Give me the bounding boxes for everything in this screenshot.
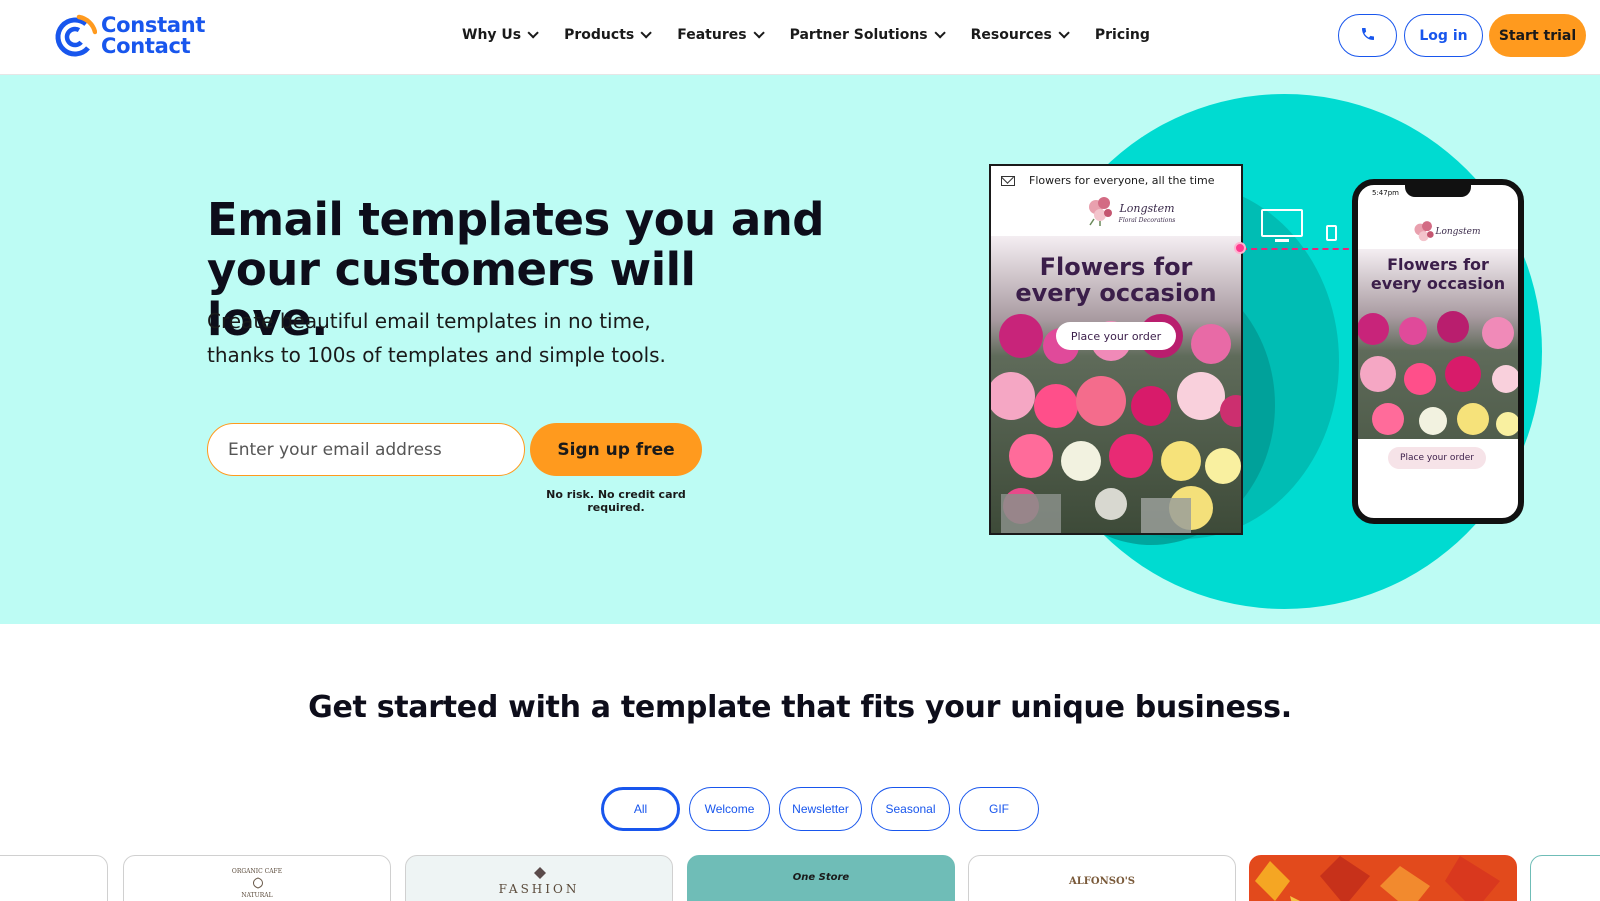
no-risk-note: No risk. No credit card required.	[546, 488, 686, 514]
chevron-down-icon	[640, 27, 653, 39]
email-preview-header: Flowers for everyone, all the time Longs…	[991, 166, 1241, 236]
sign-up-free-button[interactable]: Sign up free	[530, 423, 702, 476]
phone-button[interactable]	[1338, 14, 1397, 57]
template-card-one-store[interactable]: One Store	[687, 855, 955, 901]
chevron-down-icon	[1058, 27, 1070, 39]
leaf-icon	[253, 877, 263, 889]
template-card-alfonsos[interactable]: ALFONSO'S	[968, 855, 1236, 901]
nav-partner-solutions-label: Partner Solutions	[789, 27, 928, 43]
login-button[interactable]: Log in	[1404, 14, 1483, 57]
template-logo-sub: NATURAL	[241, 892, 273, 899]
preview-connector-line	[1241, 248, 1359, 250]
filter-seasonal[interactable]: Seasonal	[871, 787, 950, 831]
email-input[interactable]	[207, 423, 525, 476]
phone-headline-line2: every occasion	[1370, 274, 1506, 293]
logo-icon	[53, 14, 98, 58]
nav-why-us-label: Why Us	[462, 27, 522, 43]
mobile-email-preview: 5:47pm Longstem Flowers for every occasi…	[1352, 179, 1524, 524]
phone-brand-name: Longstem	[1435, 227, 1481, 237]
diamond-icon	[534, 867, 546, 879]
desktop-email-preview: Flowers for everyone, all the time Longs…	[989, 164, 1243, 535]
hero-subtitle-line2: thanks to 100s of templates and simple t…	[207, 343, 666, 367]
autumn-leaves-image	[1250, 856, 1516, 901]
nav-resources-label: Resources	[970, 27, 1052, 43]
template-card-autumn[interactable]	[1249, 855, 1517, 901]
filter-welcome[interactable]: Welcome	[689, 787, 770, 831]
email-headline: Flowers for every occasion	[991, 254, 1241, 306]
template-card-partial-right[interactable]	[1530, 855, 1600, 901]
nav-products[interactable]: Products	[564, 27, 653, 43]
mobile-icon	[1326, 225, 1337, 241]
chevron-down-icon	[934, 27, 946, 39]
start-trial-button[interactable]: Start trial	[1489, 14, 1586, 57]
chevron-down-icon	[527, 27, 539, 39]
template-card-organic-cafe[interactable]: ORGANIC CAFE NATURAL	[123, 855, 391, 901]
template-logo: ALFONSO'S	[1069, 876, 1135, 887]
filter-gif[interactable]: GIF	[959, 787, 1039, 831]
nav-features-label: Features	[677, 27, 747, 43]
site-header: Constant Contact Why Us Products Feature…	[0, 0, 1600, 75]
logo-line2: Contact	[101, 34, 191, 58]
logo-wordmark: Constant Contact	[101, 15, 205, 57]
nav-resources[interactable]: Resources	[970, 27, 1070, 43]
template-logo: FASHION	[498, 882, 580, 896]
desktop-icon	[1261, 209, 1303, 242]
template-filter-tabs: All Welcome Newsletter Seasonal GIF	[601, 787, 1048, 831]
brand-name: Longstem	[1119, 202, 1175, 215]
template-card-partial-left[interactable]	[0, 855, 108, 901]
phone-email-headline: Flowers for every occasion	[1358, 255, 1518, 293]
flowers-photo: Flowers for every occasion Place your or…	[991, 236, 1241, 533]
nav-why-us[interactable]: Why Us	[462, 27, 539, 43]
phone-order-cta: Place your order	[1388, 447, 1486, 469]
phone-flowers-photo: Flowers for every occasion Place your or…	[1358, 249, 1518, 475]
hero-subtitle-line1: Create beautiful email templates in no t…	[207, 309, 651, 333]
connector-dot-left	[1234, 242, 1246, 254]
phone-headline-line1: Flowers for	[1387, 255, 1489, 274]
hero-subtitle: Create beautiful email templates in no t…	[207, 304, 727, 372]
hero-section: Email templates you and your customers w…	[0, 75, 1600, 624]
filter-newsletter[interactable]: Newsletter	[779, 787, 862, 831]
templates-section-title: Get started with a template that fits yo…	[308, 690, 1292, 725]
envelope-icon	[1001, 176, 1015, 186]
main-nav: Why Us Products Features Partner Solutio…	[462, 22, 1150, 48]
email-headline-line1: Flowers for	[1039, 253, 1193, 281]
logo-line1: Constant	[101, 13, 206, 37]
template-logo: ORGANIC CAFE	[231, 868, 283, 875]
nav-pricing[interactable]: Pricing	[1095, 27, 1150, 43]
template-logo: One Store	[792, 872, 850, 883]
constant-contact-logo[interactable]: Constant Contact	[53, 13, 205, 59]
nav-features[interactable]: Features	[677, 27, 765, 43]
email-subject: Flowers for everyone, all the time	[1029, 174, 1215, 187]
template-carousel: ORGANIC CAFE NATURAL FASHION One Store A…	[0, 855, 1600, 901]
template-card-fashion[interactable]: FASHION	[405, 855, 673, 901]
filter-all[interactable]: All	[601, 787, 680, 831]
brand-subtitle: Floral Decorations	[1118, 217, 1176, 224]
nav-pricing-label: Pricing	[1094, 27, 1150, 43]
nav-products-label: Products	[564, 27, 635, 43]
phone-time: 5:47pm	[1372, 189, 1399, 197]
hero-title-line1: Email templates you and	[207, 193, 824, 246]
phone-icon	[1360, 26, 1376, 46]
nav-partner-solutions[interactable]: Partner Solutions	[789, 27, 946, 43]
chevron-down-icon	[753, 27, 765, 39]
order-cta: Place your order	[1056, 322, 1176, 350]
email-headline-line2: every occasion	[1015, 279, 1217, 307]
phone-notch	[1405, 185, 1471, 197]
